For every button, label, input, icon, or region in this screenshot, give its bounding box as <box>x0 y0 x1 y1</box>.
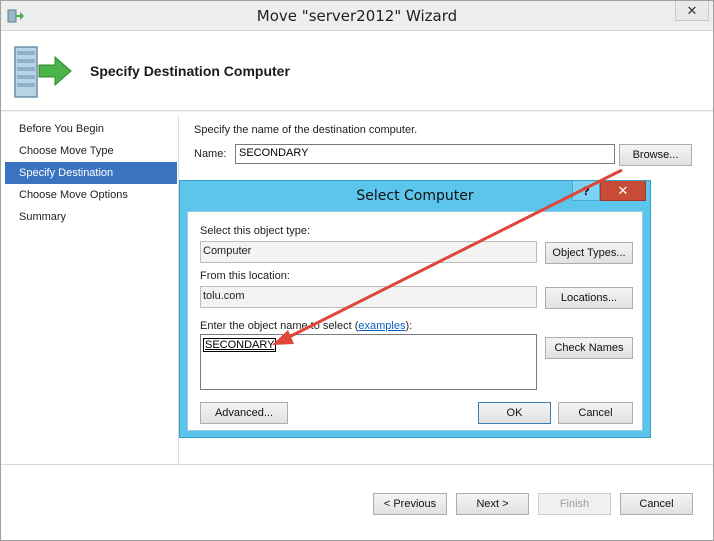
location-field: tolu.com <box>200 286 537 308</box>
locations-button[interactable]: Locations... <box>545 287 633 309</box>
object-type-label: Select this object type: <box>200 225 311 237</box>
check-names-button[interactable]: Check Names <box>545 337 633 359</box>
ok-button[interactable]: OK <box>478 402 551 424</box>
dialog-body: Select this object type: Computer Object… <box>187 211 643 431</box>
title-bar[interactable]: Move "server2012" Wizard ✕ <box>1 1 713 31</box>
object-name-label: Enter the object name to select (example… <box>200 320 412 332</box>
finish-button[interactable]: Finish <box>538 493 611 515</box>
browse-button[interactable]: Browse... <box>619 144 692 166</box>
location-label: From this location: <box>200 270 290 282</box>
next-button[interactable]: Next > <box>456 493 529 515</box>
wizard-header: Specify Destination Computer <box>1 31 713 111</box>
advanced-button[interactable]: Advanced... <box>200 402 288 424</box>
cancel-button[interactable]: Cancel <box>620 493 693 515</box>
object-types-button[interactable]: Object Types... <box>545 242 633 264</box>
window-title: Move "server2012" Wizard <box>256 7 458 25</box>
nav-item-summary[interactable]: Summary <box>5 206 177 228</box>
destination-name-input[interactable]: SECONDARY <box>235 144 615 164</box>
wizard-steps-nav: Before You Begin Choose Move Type Specif… <box>5 118 177 228</box>
object-name-label-prefix: Enter the object name to select ( <box>200 320 359 332</box>
nav-item-specify-destination[interactable]: Specify Destination <box>5 162 177 184</box>
nav-item-choose-move-type[interactable]: Choose Move Type <box>5 140 177 162</box>
destination-prompt: Specify the name of the destination comp… <box>194 124 418 136</box>
help-icon[interactable]: ? <box>572 181 600 201</box>
page-title: Specify Destination Computer <box>90 63 290 79</box>
dialog-close-icon[interactable]: ✕ <box>600 181 646 201</box>
object-name-label-suffix: ): <box>405 320 413 332</box>
nav-item-before-you-begin[interactable]: Before You Begin <box>5 118 177 140</box>
examples-link[interactable]: examples <box>358 320 405 332</box>
entered-object-name: SECONDARY <box>203 338 277 352</box>
previous-button[interactable]: < Previous <box>373 493 447 515</box>
select-computer-dialog: Select Computer ? ✕ Select this object t… <box>179 180 651 438</box>
dialog-cancel-button[interactable]: Cancel <box>558 402 633 424</box>
server-move-icon <box>14 46 72 98</box>
name-label: Name: <box>194 148 227 160</box>
nav-item-choose-move-options[interactable]: Choose Move Options <box>5 184 177 206</box>
footer-divider <box>1 464 713 465</box>
object-name-input[interactable]: SECONDARY <box>200 334 537 390</box>
window-close-button[interactable]: ✕ <box>675 1 709 21</box>
object-type-field: Computer <box>200 241 537 263</box>
